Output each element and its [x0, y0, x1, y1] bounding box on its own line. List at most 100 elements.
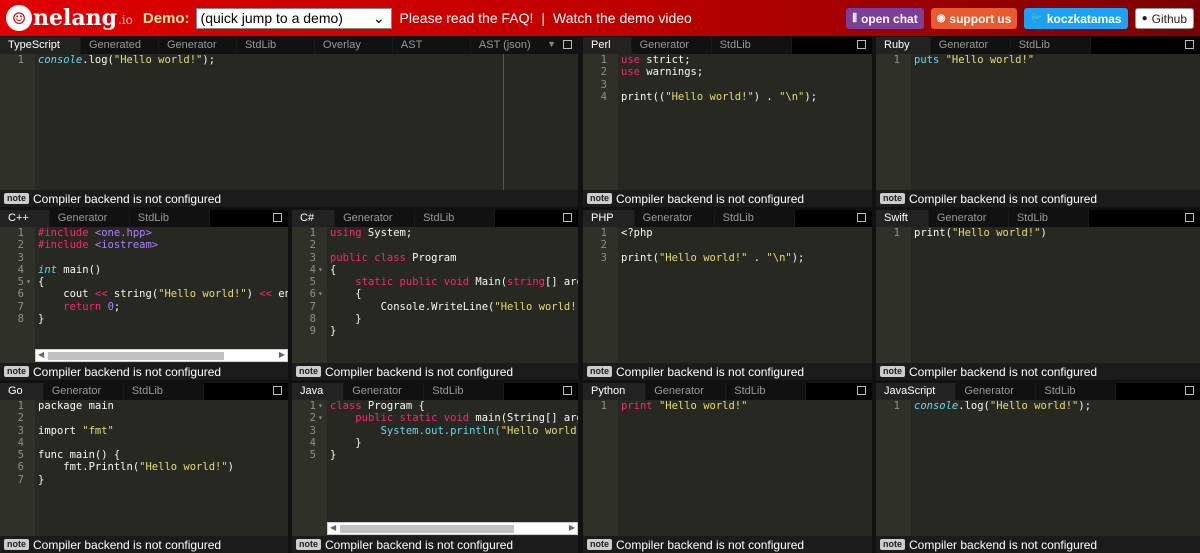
tab-stdlib[interactable]: StdLib: [726, 383, 807, 400]
demo-select[interactable]: (quick jump to a demo) ⌄: [195, 7, 392, 29]
tab-ast[interactable]: AST: [392, 37, 471, 54]
tab-overlay[interactable]: Overlay: [314, 37, 393, 54]
tab-c#[interactable]: C#: [292, 210, 336, 227]
demo-video-link[interactable]: Watch the demo video: [553, 10, 692, 26]
scroll-right-icon[interactable]: ▶: [569, 523, 575, 532]
maximize-icon[interactable]: [857, 213, 866, 222]
status-message: Compiler backend is not configured: [909, 364, 1098, 379]
tab-stdlib[interactable]: StdLib: [714, 210, 795, 227]
horizontal-scrollbar[interactable]: ◀ ▶: [35, 349, 288, 362]
scrollbar-thumb[interactable]: [340, 525, 515, 533]
koczkatamas-button[interactable]: 🐦 koczkatamas: [1024, 8, 1128, 29]
tab-ast-json-[interactable]: AST (json): [470, 37, 578, 54]
tab-stdlib[interactable]: StdLib: [711, 37, 792, 54]
maximize-icon[interactable]: [273, 386, 282, 395]
tab-stdlib[interactable]: StdLib: [1010, 37, 1091, 54]
tab-generator[interactable]: Generator: [49, 210, 130, 227]
scroll-left-icon[interactable]: ◀: [38, 350, 44, 359]
tab-perl[interactable]: Perl: [583, 37, 632, 54]
tab-generator[interactable]: Generator: [956, 383, 1037, 400]
tab-javascript[interactable]: JavaScript: [876, 383, 957, 400]
maximize-icon[interactable]: [1185, 40, 1194, 49]
tab-stdlib[interactable]: StdLib: [415, 210, 496, 227]
tab-generator[interactable]: Generator: [344, 383, 425, 400]
scroll-right-icon[interactable]: ▶: [279, 350, 285, 359]
tab-generator[interactable]: Generator: [646, 383, 727, 400]
tab-c++[interactable]: C++: [0, 210, 50, 227]
code-token: <?php: [621, 227, 653, 239]
code-line: 7 Console.WriteLine("Hello world!");: [292, 301, 578, 313]
code-editor[interactable]: 1 package main 2 3 import "fmt" 4 5 func main()…: [0, 400, 288, 536]
code-editor[interactable]: 1 console.log("Hello world!");: [876, 400, 1200, 536]
open-chat-button[interactable]: ⫼ open chat: [846, 8, 924, 29]
maximize-icon[interactable]: [857, 386, 866, 395]
tab-swift[interactable]: Swift: [876, 210, 929, 227]
tab-generator[interactable]: Generator: [335, 210, 416, 227]
tab-stdlib[interactable]: StdLib: [129, 210, 210, 227]
code-token: "fmt": [82, 424, 114, 437]
code-editor[interactable]: 1 print("Hello world!"): [876, 227, 1200, 363]
tab-go[interactable]: Go: [0, 383, 44, 400]
code-editor[interactable]: 1 #include <one.hpp> 2 #include <iostream> 3…: [0, 227, 288, 363]
tab-ruby[interactable]: Ruby: [876, 37, 931, 54]
horizontal-scrollbar[interactable]: ◀ ▶: [327, 522, 578, 535]
chevron-down-icon: ⌄: [372, 9, 385, 26]
tab-stdlib[interactable]: StdLib: [123, 383, 204, 400]
note-badge: note: [4, 193, 29, 204]
line-gutter: [876, 54, 911, 190]
tab-generator[interactable]: Generator: [158, 37, 237, 54]
line-gutter: [0, 54, 35, 190]
onelang-logo[interactable]: ☺ nelang .io: [6, 5, 133, 31]
fold-arrow-icon[interactable]: ▾: [26, 276, 31, 288]
code-text: print(("Hello world!") . "\n");: [621, 91, 817, 103]
code-text: puts "Hello world!": [914, 54, 1034, 66]
github-button[interactable]: ● Github: [1134, 8, 1194, 29]
faq-link[interactable]: Please read the FAQ!: [400, 10, 534, 26]
tab-generator[interactable]: Generator: [631, 37, 712, 54]
support-us-button[interactable]: ◉ support us: [930, 8, 1018, 29]
fold-arrow-icon[interactable]: ▾: [318, 412, 323, 424]
maximize-icon[interactable]: [273, 213, 282, 222]
code-editor[interactable]: 1 console.log("Hello world!");: [0, 54, 578, 190]
scroll-left-icon[interactable]: ◀: [330, 523, 336, 532]
tab-generated[interactable]: Generated: [80, 37, 159, 54]
line-number: 4: [309, 263, 316, 276]
tab-stdlib[interactable]: StdLib: [236, 37, 315, 54]
code-editor[interactable]: 1 using System; 2 3 public class Program 4 ▾ {5…: [292, 227, 578, 363]
line-number: 2: [17, 239, 24, 252]
maximize-icon[interactable]: [1185, 213, 1194, 222]
tab-generator[interactable]: Generator: [43, 383, 124, 400]
logo-suffix: .io: [117, 13, 133, 27]
line-gutter: [876, 400, 911, 536]
status-bar: note Compiler backend is not configured: [876, 536, 1200, 553]
code-editor[interactable]: 1 <?php 2 3 print("Hello world!" . "\n");: [583, 227, 872, 363]
maximize-icon[interactable]: [857, 40, 866, 49]
code-editor[interactable]: 1 print "Hello world!": [583, 400, 872, 536]
tab-stdlib[interactable]: StdLib: [1008, 210, 1089, 227]
maximize-icon[interactable]: [563, 40, 572, 49]
maximize-icon[interactable]: [563, 386, 572, 395]
code-editor[interactable]: 1 puts "Hello world!": [876, 54, 1200, 190]
line-number: 4: [600, 90, 607, 103]
tab-php[interactable]: PHP: [583, 210, 635, 227]
tab-generator[interactable]: Generator: [928, 210, 1009, 227]
line-number: 3: [309, 251, 316, 264]
fold-arrow-icon[interactable]: ▾: [318, 400, 323, 412]
tab-stdlib[interactable]: StdLib: [1036, 383, 1117, 400]
tab-generator[interactable]: Generator: [930, 37, 1011, 54]
tab-stdlib[interactable]: StdLib: [424, 383, 505, 400]
maximize-icon[interactable]: [563, 213, 572, 222]
scrollbar-thumb[interactable]: [48, 352, 224, 360]
tab-python[interactable]: Python: [583, 383, 647, 400]
code-editor[interactable]: 1 ▾ class Program {2 ▾ public static void m…: [292, 400, 578, 536]
tab-java[interactable]: Java: [292, 383, 345, 400]
maximize-icon[interactable]: [1185, 386, 1194, 395]
code-line: 8 }: [292, 313, 578, 325]
tab-generator[interactable]: Generator: [634, 210, 715, 227]
editor-panel-typescript: TypeScript Generated Generator StdLib Overla…: [0, 37, 578, 207]
fold-arrow-icon[interactable]: ▾: [318, 264, 323, 276]
fold-arrow-icon[interactable]: ▾: [318, 288, 323, 300]
code-editor[interactable]: 1 use strict; 2 use warnings; 3 4 print(("Hell…: [583, 54, 872, 190]
dropdown-arrow-icon[interactable]: ▼: [547, 39, 556, 49]
tab-typescript[interactable]: TypeScript: [0, 37, 81, 54]
